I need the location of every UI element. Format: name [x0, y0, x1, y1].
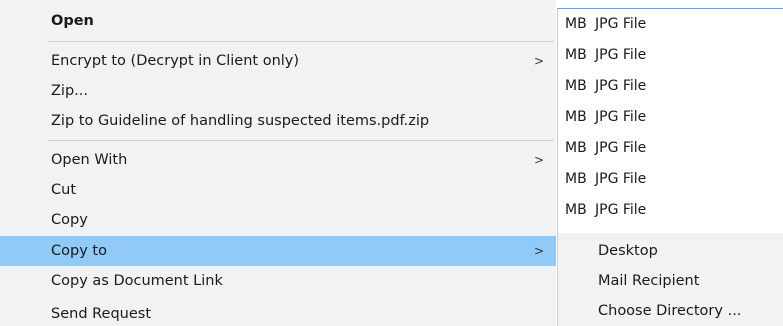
- context-menu: Open Encrypt to (Decrypt in Client only)…: [0, 0, 556, 326]
- menu-item-label: Copy: [51, 212, 88, 228]
- file-size: MB: [565, 16, 587, 32]
- submenu-item-choose-directory[interactable]: Choose Directory ...: [558, 296, 783, 326]
- menu-item-zip-to[interactable]: Zip to Guideline of handling suspected i…: [0, 106, 556, 136]
- file-type: JPG File: [595, 202, 647, 218]
- file-row[interactable]: MB JPG File: [558, 71, 783, 102]
- menu-separator: [48, 41, 554, 42]
- menu-separator: [48, 140, 554, 141]
- file-row[interactable]: MB JPG File: [558, 133, 783, 164]
- menu-item-label: Copy to: [51, 243, 107, 259]
- file-list: MB JPG File MB JPG File MB JPG File MB J…: [557, 8, 783, 234]
- file-row[interactable]: MB JPG File: [558, 164, 783, 195]
- menu-item-label: Zip to Guideline of handling suspected i…: [51, 113, 430, 129]
- chevron-right-icon: >: [534, 153, 545, 167]
- copy-to-submenu: Desktop Mail Recipient Choose Directory …: [557, 233, 783, 326]
- screen: MB JPG File MB JPG File MB JPG File MB J…: [0, 0, 783, 326]
- menu-item-copy[interactable]: Copy: [0, 205, 556, 235]
- file-row[interactable]: MB JPG File: [558, 9, 783, 40]
- menu-item-label: Copy as Document Link: [51, 273, 223, 289]
- file-type: JPG File: [595, 47, 647, 63]
- menu-item-label: Open: [51, 13, 94, 29]
- file-size: MB: [565, 202, 587, 218]
- submenu-item-desktop[interactable]: Desktop: [558, 236, 783, 266]
- file-row[interactable]: MB JPG File: [558, 40, 783, 71]
- menu-item-label: Encrypt to (Decrypt in Client only): [51, 53, 300, 69]
- chevron-right-icon: >: [534, 244, 545, 258]
- menu-item-copy-as-link[interactable]: Copy as Document Link: [0, 266, 556, 296]
- file-size: MB: [565, 78, 587, 94]
- file-size: MB: [565, 109, 587, 125]
- file-type: JPG File: [595, 171, 647, 187]
- menu-item-zip[interactable]: Zip...: [0, 76, 556, 106]
- file-type: JPG File: [595, 140, 647, 156]
- submenu-item-mail-recipient[interactable]: Mail Recipient: [558, 266, 783, 296]
- submenu-item-label: Mail Recipient: [598, 273, 700, 289]
- submenu-item-label: Choose Directory ...: [598, 303, 742, 319]
- menu-item-open-with[interactable]: Open With >: [0, 145, 556, 175]
- file-type: JPG File: [595, 16, 647, 32]
- file-row[interactable]: MB JPG File: [558, 102, 783, 133]
- menu-item-copy-to[interactable]: Copy to >: [0, 236, 556, 266]
- file-size: MB: [565, 47, 587, 63]
- file-type: JPG File: [595, 109, 647, 125]
- menu-item-label: Open With: [51, 152, 128, 168]
- menu-item-open[interactable]: Open: [0, 6, 556, 36]
- menu-item-label: Cut: [51, 182, 76, 198]
- file-row[interactable]: MB JPG File: [558, 195, 783, 226]
- file-size: MB: [565, 140, 587, 156]
- chevron-right-icon: >: [534, 54, 545, 68]
- menu-item-send-request[interactable]: Send Request: [0, 299, 556, 326]
- menu-item-label: Zip...: [51, 83, 88, 99]
- menu-item-label: Send Request: [51, 306, 152, 322]
- file-size: MB: [565, 171, 587, 187]
- menu-item-encrypt[interactable]: Encrypt to (Decrypt in Client only) >: [0, 46, 556, 76]
- file-type: JPG File: [595, 78, 647, 94]
- submenu-item-label: Desktop: [598, 243, 658, 259]
- menu-item-cut[interactable]: Cut: [0, 175, 556, 205]
